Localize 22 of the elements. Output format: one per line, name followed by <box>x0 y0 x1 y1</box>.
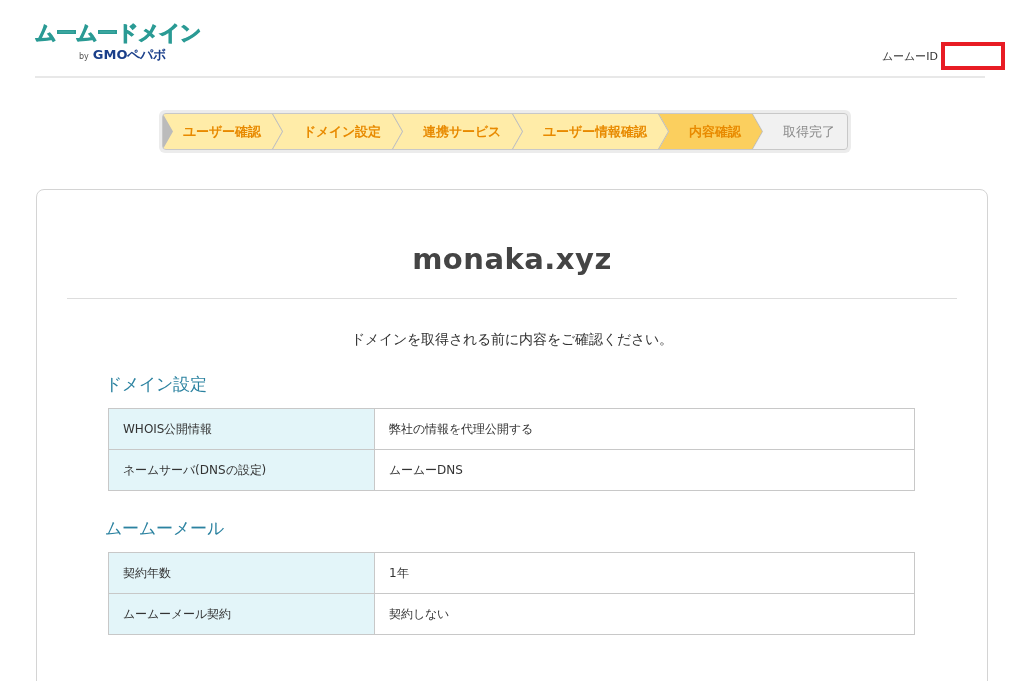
logo-by-text: by <box>79 52 89 61</box>
table-label-cell: ネームサーバ(DNSの設定) <box>108 449 375 491</box>
section-heading: ドメイン設定 <box>105 373 208 396</box>
table-label-cell: 契約年数 <box>108 552 375 594</box>
id-label: ムームーID <box>882 48 938 64</box>
table-label-cell: WHOIS公開情報 <box>108 408 375 450</box>
redaction-box <box>941 42 1005 70</box>
domain-title: monaka.xyz <box>67 190 957 299</box>
table-label-cell: ムームーメール契約 <box>108 593 375 635</box>
progress-step: 内容確認 <box>659 114 763 149</box>
logo-text: ムームードメイン <box>35 20 201 46</box>
table-value-cell: 弊社の情報を代理公開する <box>374 408 915 450</box>
table-value-cell: 契約しない <box>374 593 915 635</box>
progress-step: ユーザー確認 <box>163 114 283 149</box>
brand-text: GMOペパボ <box>92 46 167 64</box>
progress-step: 連携サービス <box>393 114 523 149</box>
table-value-cell: ムームーDNS <box>374 449 915 491</box>
progress-step: ドメイン設定 <box>273 114 403 149</box>
table-value-cell: 1年 <box>374 552 915 594</box>
intro-text: ドメインを取得される前に内容をご確認ください。 <box>350 331 674 349</box>
section-heading: ムームーメール <box>105 517 225 540</box>
progress-step: ユーザー情報確認 <box>513 114 669 149</box>
